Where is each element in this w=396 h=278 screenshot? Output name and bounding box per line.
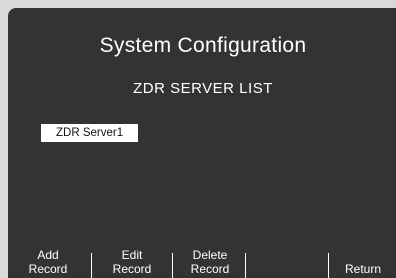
delete-record-label: Delete Record [190, 248, 230, 276]
edit-record-button[interactable]: Edit Record [94, 244, 170, 278]
softkey-divider [245, 253, 246, 278]
return-label: Return [344, 262, 382, 276]
server-list: ZDR Server1 [41, 123, 301, 142]
page-title: System Configuration [99, 34, 307, 57]
delete-record-button[interactable]: Delete Record [174, 244, 246, 278]
display-screen: System Configuration ZDR SERVER LIST ZDR… [8, 8, 396, 278]
softkey-bar: Add Record Edit Record Delete Record Ret… [8, 244, 396, 278]
return-button[interactable]: Return [330, 244, 396, 278]
page-subtitle: ZDR SERVER LIST [133, 80, 273, 97]
add-record-label: Add Record [28, 248, 68, 276]
softkey-divider [91, 253, 92, 278]
softkey-divider [172, 253, 173, 278]
list-item-zdr-server1[interactable]: ZDR Server1 [41, 124, 139, 142]
softkey-divider [328, 253, 329, 278]
edit-record-label: Edit Record [112, 248, 152, 276]
blank-softkey[interactable] [247, 244, 327, 278]
add-record-button[interactable]: Add Record [8, 244, 88, 278]
